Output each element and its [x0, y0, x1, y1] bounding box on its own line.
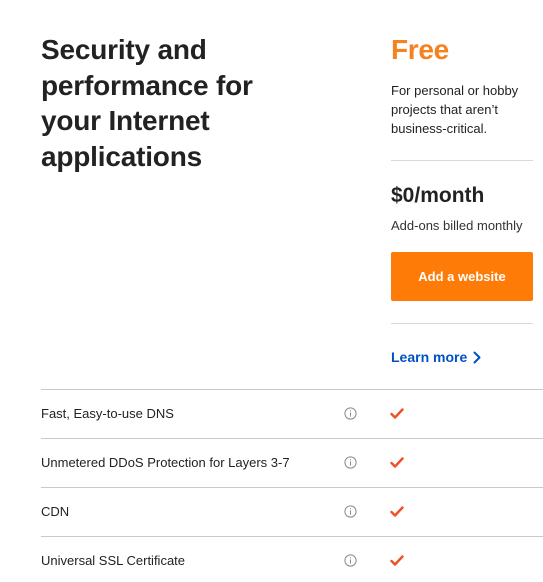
headline-line: performance for	[41, 69, 253, 101]
chevron-right-icon	[473, 351, 481, 363]
plan-header: Free For personal or hobby projects that…	[391, 30, 533, 138]
plan-name: Free	[391, 34, 449, 65]
headline-line: applications	[41, 140, 202, 172]
info-icon[interactable]	[344, 456, 357, 469]
feature-label: Unmetered DDoS Protection for Layers 3-7	[41, 455, 290, 470]
feature-row: Unmetered DDoS Protection for Layers 3-7	[41, 438, 543, 487]
checkmark-icon	[390, 555, 404, 566]
page-headline: Security and performance for your Intern…	[41, 32, 341, 174]
add-website-button[interactable]: Add a website	[391, 252, 533, 301]
feature-row: CDN	[41, 487, 543, 536]
feature-label: Universal SSL Certificate	[41, 553, 186, 568]
checkmark-icon	[390, 457, 404, 468]
plan-divider	[391, 323, 533, 324]
headline-line: your Internet	[41, 105, 210, 136]
pricing-page: Security and performance for your Intern…	[0, 0, 543, 582]
feature-label: Fast, Easy-to-use DNS	[41, 406, 174, 421]
feature-list: Fast, Easy-to-use DNS Unmetered DDoS Pro…	[41, 389, 543, 582]
headline-line: Security and	[41, 34, 207, 65]
feature-row: Universal SSL Certificate	[41, 536, 543, 582]
feature-label: CDN	[41, 504, 70, 519]
feature-row: Fast, Easy-to-use DNS	[41, 389, 543, 438]
info-icon[interactable]	[344, 505, 357, 518]
info-icon[interactable]	[344, 554, 357, 567]
checkmark-icon	[390, 408, 404, 419]
learn-more-link[interactable]: Learn more	[391, 347, 481, 367]
plan-divider	[391, 160, 533, 161]
price-note: Add-ons billed monthly	[391, 218, 523, 233]
learn-more-label: Learn more	[391, 349, 468, 365]
plan-price: $0/month	[391, 184, 485, 207]
info-icon[interactable]	[344, 407, 357, 420]
plan-description: For personal or hobby projects that aren…	[391, 83, 519, 136]
checkmark-icon	[390, 506, 404, 517]
